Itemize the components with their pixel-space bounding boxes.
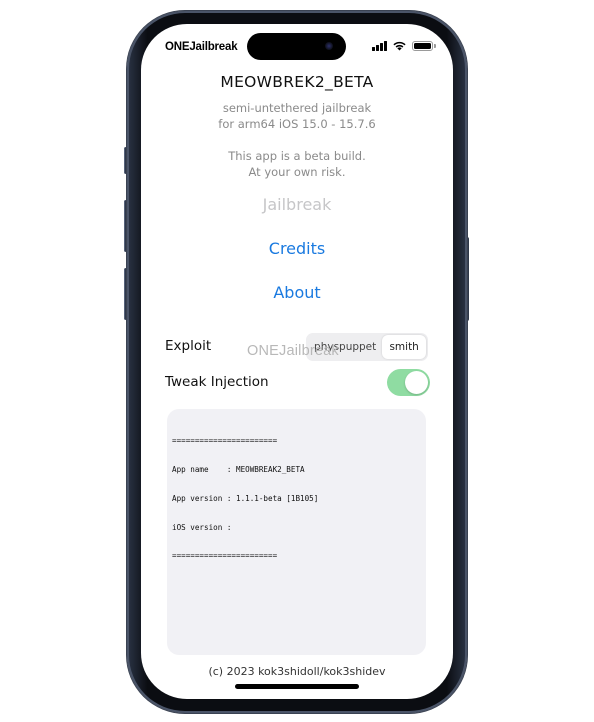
home-indicator[interactable]: [235, 684, 359, 689]
cellular-signal-icon: [372, 40, 387, 51]
status-icons: [372, 40, 436, 51]
camera-icon: [325, 42, 333, 50]
wifi-icon: [393, 41, 406, 51]
app-subtitle: semi-untethered jailbreak for arm64 iOS …: [141, 100, 453, 132]
copyright-footer: (c) 2023 kok3shidoll/kok3shidev: [208, 665, 386, 678]
credits-button[interactable]: Credits: [269, 239, 325, 258]
exploit-label: Exploit: [165, 338, 212, 354]
log-line: iOS version :: [172, 522, 232, 532]
log-line: =======================: [172, 436, 278, 446]
battery-icon: [412, 40, 436, 51]
tweak-injection-toggle[interactable]: [387, 369, 430, 396]
exploit-option-smith[interactable]: smith: [382, 335, 426, 359]
subtitle-line-2: for arm64 iOS 15.0 - 15.7.6: [218, 117, 376, 131]
log-line: App name : MEOWBREAK2_BETA: [172, 464, 305, 474]
warning-line-1: This app is a beta build.: [228, 149, 366, 163]
jailbreak-button[interactable]: Jailbreak: [263, 195, 332, 214]
log-line: =======================: [172, 551, 278, 561]
stage: ONEJailbreak MEOWBREK2_BETA semi-untethe…: [0, 0, 594, 722]
beta-warning: This app is a beta build. At your own ri…: [141, 148, 453, 180]
warning-line-2: At your own risk.: [248, 165, 346, 179]
status-bar-app-name: ONEJailbreak: [165, 41, 238, 53]
tweak-injection-label: Tweak Injection: [165, 374, 269, 390]
exploit-option-physpuppet[interactable]: physpuppet: [308, 335, 382, 359]
about-button[interactable]: About: [273, 283, 320, 302]
log-line: App version : 1.1.1-beta [1B105]: [172, 493, 319, 503]
dynamic-island: [247, 33, 346, 60]
toggle-knob: [405, 371, 428, 394]
log-output[interactable]: ======================= App name : MEOWB…: [167, 409, 426, 655]
app-title: MEOWBREK2_BETA: [220, 73, 374, 91]
exploit-segmented-control[interactable]: physpuppet smith: [306, 333, 428, 361]
subtitle-line-1: semi-untethered jailbreak: [222, 101, 372, 115]
phone-screen: ONEJailbreak MEOWBREK2_BETA semi-untethe…: [141, 24, 453, 699]
